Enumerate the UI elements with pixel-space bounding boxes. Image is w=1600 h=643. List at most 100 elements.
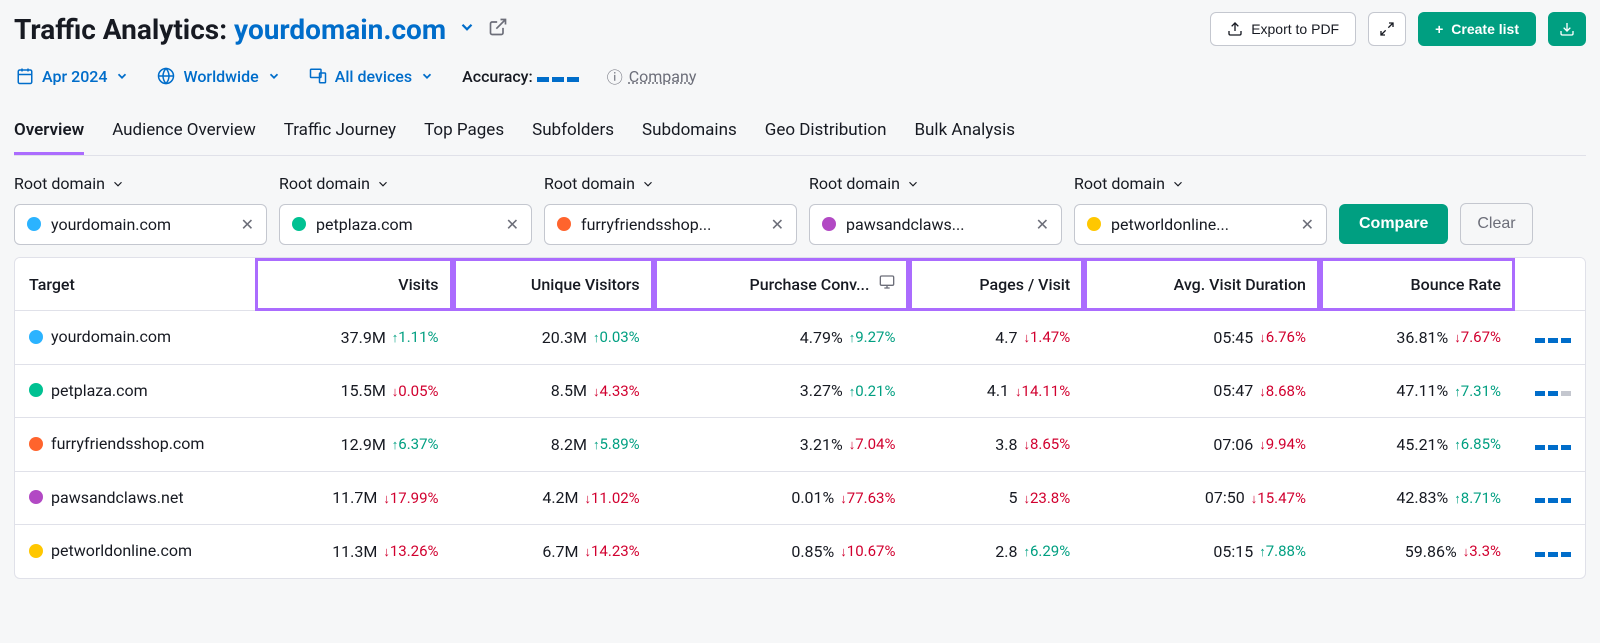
trend-cell[interactable] bbox=[1515, 418, 1585, 472]
pages-cell: 3.8 ↓8.65% bbox=[909, 418, 1084, 472]
domain-name: petworldonline.com bbox=[51, 541, 192, 560]
create-list-button[interactable]: + Create list bbox=[1418, 12, 1536, 46]
table-row[interactable]: pawsandclaws.net 11.7M ↓17.99% 4.2M ↓11.… bbox=[15, 471, 1585, 525]
chevron-down-icon bbox=[267, 69, 281, 83]
root-domain-dropdown[interactable]: Root domain bbox=[809, 174, 1074, 193]
root-domain-dropdown[interactable]: Root domain bbox=[1074, 174, 1339, 193]
date-filter[interactable]: Apr 2024 bbox=[16, 67, 129, 86]
open-external-icon[interactable] bbox=[488, 17, 508, 42]
root-domain-dropdown[interactable]: Root domain bbox=[14, 174, 279, 193]
col-unique[interactable]: Unique Visitors bbox=[453, 258, 654, 311]
color-dot bbox=[292, 217, 306, 231]
chip-label: yourdomain.com bbox=[51, 215, 231, 234]
domain-name: petplaza.com bbox=[51, 381, 148, 400]
tab-subfolders[interactable]: Subfolders bbox=[532, 114, 614, 155]
trend-cell[interactable] bbox=[1515, 364, 1585, 418]
export-pdf-button[interactable]: Export to PDF bbox=[1210, 12, 1356, 46]
unique-cell: 8.5M ↓4.33% bbox=[453, 364, 654, 418]
devices-icon bbox=[309, 67, 327, 85]
col-visits[interactable]: Visits bbox=[255, 258, 453, 311]
chevron-down-icon bbox=[111, 177, 125, 191]
target-cell: yourdomain.com bbox=[29, 327, 171, 346]
remove-chip-icon[interactable]: ✕ bbox=[1036, 215, 1049, 234]
chip-label: petworldonline... bbox=[1111, 215, 1291, 234]
tabs-nav: Overview Audience Overview Traffic Journey… bbox=[14, 114, 1586, 156]
info-icon: ⓘ bbox=[607, 64, 623, 88]
sparkline bbox=[1535, 338, 1571, 343]
color-dot bbox=[822, 217, 836, 231]
visits-cell: 11.7M ↓17.99% bbox=[255, 471, 453, 525]
page-header: Traffic Analytics: yourdomain.com Export… bbox=[14, 12, 1586, 46]
tab-overview[interactable]: Overview bbox=[14, 114, 84, 155]
color-dot bbox=[557, 217, 571, 231]
tab-geo-distribution[interactable]: Geo Distribution bbox=[765, 114, 887, 155]
col-target[interactable]: Target bbox=[15, 258, 255, 311]
accuracy-bars bbox=[537, 77, 579, 82]
color-dot bbox=[29, 437, 43, 451]
sparkline bbox=[1535, 391, 1571, 396]
conv-cell: 0.01% ↓77.63% bbox=[654, 471, 910, 525]
col-bounce[interactable]: Bounce Rate bbox=[1320, 258, 1515, 311]
col-duration[interactable]: Avg. Visit Duration bbox=[1084, 258, 1320, 311]
trend-cell[interactable] bbox=[1515, 525, 1585, 578]
title-domain[interactable]: yourdomain.com bbox=[234, 13, 446, 46]
table-row[interactable]: petplaza.com 15.5M ↓0.05% 8.5M ↓4.33% 3.… bbox=[15, 364, 1585, 418]
trend-cell[interactable] bbox=[1515, 471, 1585, 525]
domain-chip[interactable]: pawsandclaws... ✕ bbox=[809, 204, 1062, 245]
table-row[interactable]: yourdomain.com 37.9M ↑1.11% 20.3M ↑0.03%… bbox=[15, 311, 1585, 365]
tab-bulk-analysis[interactable]: Bulk Analysis bbox=[914, 114, 1015, 155]
col-trend bbox=[1515, 258, 1585, 311]
domain-chip[interactable]: yourdomain.com ✕ bbox=[14, 204, 267, 245]
chevron-down-icon bbox=[115, 69, 129, 83]
trend-cell[interactable] bbox=[1515, 311, 1585, 365]
table-row[interactable]: petworldonline.com 11.3M ↓13.26% 6.7M ↓1… bbox=[15, 525, 1585, 578]
title-prefix: Traffic Analytics: bbox=[14, 13, 234, 46]
tab-subdomains[interactable]: Subdomains bbox=[642, 114, 737, 155]
domain-dropdown-caret[interactable] bbox=[458, 17, 476, 41]
download-button[interactable] bbox=[1548, 12, 1586, 46]
remove-chip-icon[interactable]: ✕ bbox=[771, 215, 784, 234]
visits-cell: 15.5M ↓0.05% bbox=[255, 364, 453, 418]
table-row[interactable]: furryfriendsshop.com 12.9M ↑6.37% 8.2M ↑… bbox=[15, 418, 1585, 472]
conv-cell: 4.79% ↑9.27% bbox=[654, 311, 910, 365]
sparkline bbox=[1535, 552, 1571, 557]
tab-audience-overview[interactable]: Audience Overview bbox=[112, 114, 256, 155]
remove-chip-icon[interactable]: ✕ bbox=[506, 215, 519, 234]
pages-cell: 4.1 ↓14.11% bbox=[909, 364, 1084, 418]
visits-cell: 11.3M ↓13.26% bbox=[255, 525, 453, 578]
root-domain-dropdown[interactable]: Root domain bbox=[279, 174, 544, 193]
conv-cell: 0.85% ↓10.67% bbox=[654, 525, 910, 578]
unique-cell: 6.7M ↓14.23% bbox=[453, 525, 654, 578]
bounce-cell: 47.11% ↑7.31% bbox=[1320, 364, 1515, 418]
devices-filter[interactable]: All devices bbox=[309, 67, 434, 86]
sparkline bbox=[1535, 498, 1571, 503]
region-filter[interactable]: Worldwide bbox=[157, 67, 280, 86]
unique-cell: 4.2M ↓11.02% bbox=[453, 471, 654, 525]
clear-button[interactable]: Clear bbox=[1460, 203, 1532, 245]
tab-top-pages[interactable]: Top Pages bbox=[424, 114, 504, 155]
chip-label: pawsandclaws... bbox=[846, 215, 1026, 234]
expand-button[interactable] bbox=[1368, 12, 1406, 46]
visits-cell: 12.9M ↑6.37% bbox=[255, 418, 453, 472]
chevron-down-icon bbox=[1171, 177, 1185, 191]
bounce-cell: 42.83% ↑8.71% bbox=[1320, 471, 1515, 525]
company-link[interactable]: ⓘ Company bbox=[607, 64, 697, 88]
target-cell: pawsandclaws.net bbox=[29, 488, 184, 507]
accuracy-indicator: Accuracy: bbox=[462, 67, 579, 86]
domain-chip[interactable]: furryfriendsshop...✕ bbox=[544, 204, 797, 245]
col-conversion[interactable]: Purchase Conv... bbox=[654, 258, 910, 311]
domain-chip[interactable]: petplaza.com✕ bbox=[279, 204, 532, 245]
desktop-icon bbox=[879, 275, 895, 294]
domain-chip[interactable]: petworldonline... ✕ bbox=[1074, 204, 1327, 245]
upload-icon bbox=[1227, 21, 1243, 37]
root-domain-dropdown[interactable]: Root domain bbox=[544, 174, 809, 193]
remove-chip-icon[interactable]: ✕ bbox=[241, 215, 254, 234]
sparkline bbox=[1535, 445, 1571, 450]
remove-chip-icon[interactable]: ✕ bbox=[1301, 215, 1314, 234]
col-pages[interactable]: Pages / Visit bbox=[909, 258, 1084, 311]
compare-button[interactable]: Compare bbox=[1339, 204, 1448, 244]
domain-compare-row: Root domain Root domain Root domain Root… bbox=[14, 174, 1586, 245]
duration-cell: 05:15 ↑7.88% bbox=[1084, 525, 1320, 578]
plus-icon: + bbox=[1435, 21, 1443, 37]
tab-traffic-journey[interactable]: Traffic Journey bbox=[284, 114, 396, 155]
